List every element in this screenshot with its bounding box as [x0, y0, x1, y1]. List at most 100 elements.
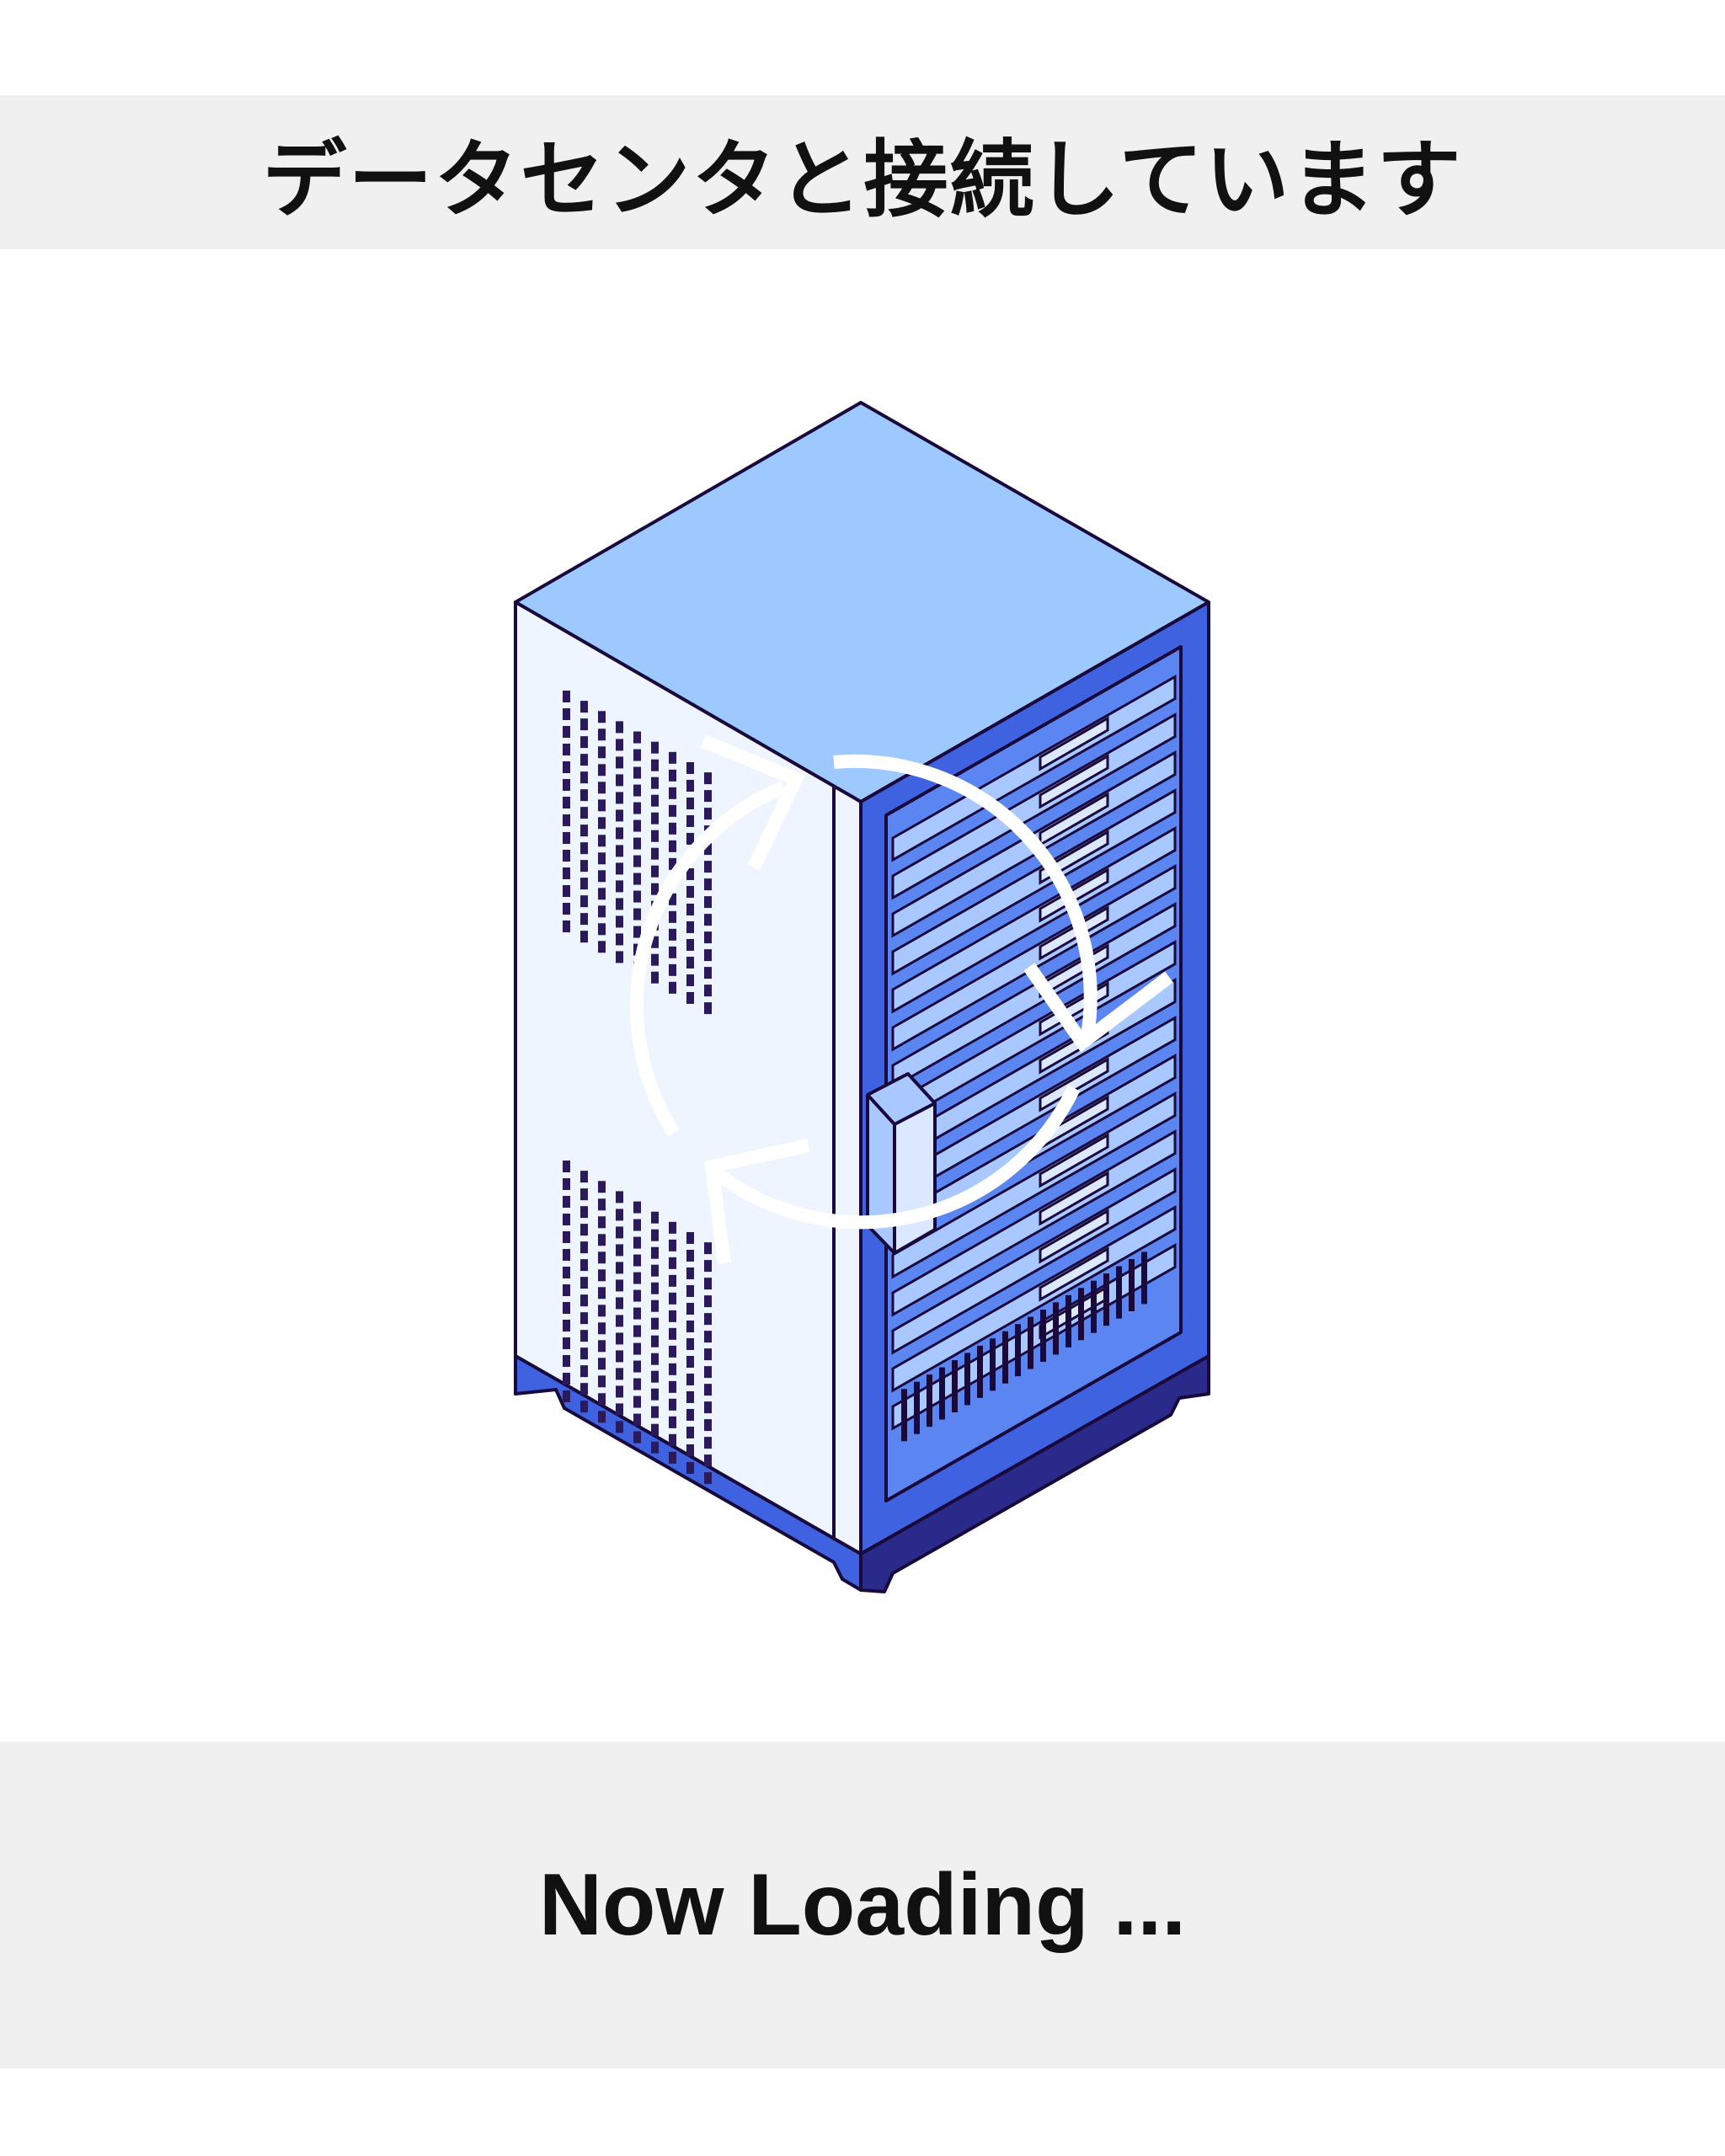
vent-slot	[616, 1368, 623, 1380]
grille-bar	[1028, 1316, 1033, 1369]
vent-slot	[686, 974, 694, 986]
vent-slot	[598, 888, 606, 900]
vent-slot	[633, 1342, 641, 1355]
vent-slot	[563, 1231, 570, 1243]
vent-slot	[651, 1317, 659, 1330]
vent-slot	[633, 908, 641, 921]
vent-slot	[563, 814, 570, 826]
vent-slot	[616, 739, 623, 751]
vent-slot	[563, 832, 570, 844]
vent-slot	[580, 931, 588, 943]
vent-slot	[563, 797, 570, 808]
vent-slot	[686, 885, 694, 898]
vent-slot	[598, 1234, 606, 1246]
vent-slot	[598, 1287, 606, 1299]
vent-slot	[598, 1181, 606, 1193]
vent-slot	[633, 819, 641, 832]
vent-slot	[686, 921, 694, 933]
vent-slot	[651, 883, 659, 895]
vent-slot	[598, 1216, 606, 1229]
vent-slot	[580, 807, 588, 819]
vent-slot	[669, 1363, 676, 1375]
vent-slot	[651, 1282, 659, 1294]
vent-slot	[598, 1340, 606, 1353]
vent-slot	[563, 921, 570, 932]
vent-slot	[598, 817, 606, 830]
vent-slot	[633, 1413, 641, 1426]
vent-slot	[563, 1390, 570, 1402]
vent-slot	[633, 1236, 641, 1249]
vent-slot	[616, 1332, 623, 1345]
vent-slot	[669, 1380, 676, 1393]
vent-slot	[704, 1278, 712, 1290]
vent-slot	[686, 903, 694, 915]
vent-slot	[669, 1239, 676, 1251]
vent-slot	[563, 1267, 570, 1278]
vent-slot	[669, 981, 676, 994]
vent-slot	[616, 827, 623, 840]
vent-slot	[651, 759, 659, 771]
vent-slot	[651, 1299, 659, 1312]
vent-slot	[580, 1365, 588, 1378]
vent-slot	[598, 835, 606, 847]
vent-slot	[651, 1388, 659, 1401]
vent-slot	[686, 1426, 694, 1438]
vent-slot	[616, 951, 623, 963]
vent-slot	[651, 1246, 659, 1259]
grille-bar	[1078, 1288, 1084, 1341]
vent-slot	[616, 1191, 623, 1203]
vent-slot	[704, 967, 712, 979]
vent-slot	[669, 1292, 676, 1305]
vent-slot	[704, 878, 712, 891]
vent-slot	[633, 1431, 641, 1444]
vent-slot	[563, 708, 570, 720]
vent-slot	[598, 782, 606, 794]
vent-slot	[704, 772, 712, 785]
vent-slot	[704, 949, 712, 962]
vent-slot	[580, 1241, 588, 1254]
vent-slot	[580, 754, 588, 766]
vent-slot	[580, 1224, 588, 1236]
vent-slot	[580, 1206, 588, 1219]
vent-slot	[669, 1310, 676, 1322]
vent-slot	[580, 1259, 588, 1272]
vent-slot	[563, 885, 570, 897]
vent-slot	[563, 1302, 570, 1314]
grille-bar	[1129, 1259, 1135, 1311]
vent-slot	[633, 1272, 641, 1284]
vent-slot	[704, 896, 712, 909]
vent-slot	[651, 971, 659, 984]
grille-bar	[952, 1360, 958, 1412]
vent-slot	[633, 1289, 641, 1302]
vent-slot	[598, 1411, 606, 1423]
vent-slot	[686, 1390, 694, 1403]
vent-slot	[563, 691, 570, 702]
vent-slot	[651, 1211, 659, 1224]
vent-slot	[686, 1337, 694, 1350]
vent-slot	[580, 1312, 588, 1325]
vent-slot	[598, 941, 606, 953]
vent-slot	[616, 1350, 623, 1363]
vent-slot	[633, 1254, 641, 1267]
vent-slot	[669, 1221, 676, 1234]
vent-slot	[598, 728, 606, 741]
vent-slot	[616, 880, 623, 893]
vent-slot	[580, 771, 588, 784]
vent-slot	[598, 746, 606, 759]
vent-slot	[598, 870, 606, 883]
vent-slot	[633, 1219, 641, 1231]
vent-slot	[669, 751, 676, 764]
vent-slot	[563, 1178, 570, 1190]
vent-slot	[616, 1279, 623, 1292]
vent-slot	[580, 1383, 588, 1396]
vent-slot	[686, 1302, 694, 1315]
vent-slot	[686, 1444, 694, 1456]
vent-slot	[616, 1244, 623, 1257]
vent-slot	[563, 1249, 570, 1261]
vent-slot	[580, 1401, 588, 1413]
vent-slot	[651, 865, 659, 878]
vent-slot	[598, 1269, 606, 1282]
vent-slot	[686, 779, 694, 792]
vent-slot	[651, 1264, 659, 1277]
vent-slot	[669, 804, 676, 817]
